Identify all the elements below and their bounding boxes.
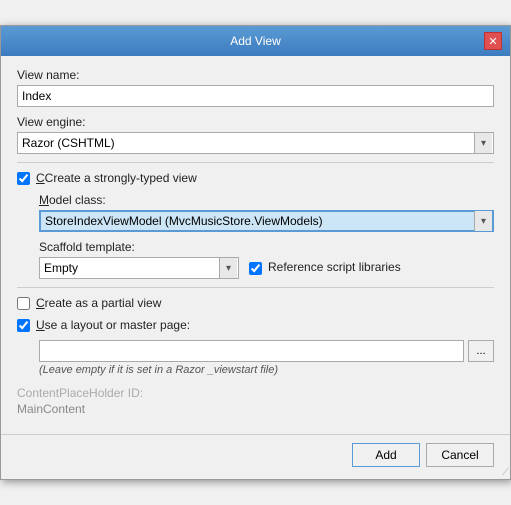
resize-handle[interactable]: ⟋ — [502, 467, 509, 478]
view-name-input[interactable] — [17, 85, 494, 107]
layout-input-row: ... — [39, 340, 494, 362]
ref-script-row: Reference script libraries — [249, 260, 401, 277]
dialog-footer: Add Cancel — [1, 434, 510, 479]
partial-view-label[interactable]: Create as a partial view — [36, 296, 161, 310]
view-engine-label: View engine: — [17, 115, 494, 129]
partial-view-checkbox[interactable] — [17, 297, 30, 310]
scaffold-template-group: Scaffold template: Empty Create Delete D… — [39, 240, 494, 279]
content-placeholder-label: ContentPlaceHolder ID: — [17, 386, 494, 400]
use-layout-label[interactable]: Use a layout or master page: — [36, 318, 190, 332]
scaffold-template-select[interactable]: Empty Create Delete Details Edit List — [39, 257, 239, 279]
model-class-section: Model class: StoreIndexViewModel (MvcMus… — [39, 193, 494, 279]
dialog-title: Add View — [27, 34, 484, 48]
ref-script-label[interactable]: Reference script libraries — [268, 260, 401, 274]
strongly-typed-row: CCreate a strongly-typed view — [17, 171, 494, 185]
view-name-group: View name: — [17, 68, 494, 107]
use-layout-row: Use a layout or master page: — [17, 318, 494, 332]
ref-script-checkbox[interactable] — [249, 262, 262, 275]
partial-view-row: Create as a partial view — [17, 296, 494, 310]
model-class-group: Model class: StoreIndexViewModel (MvcMus… — [39, 193, 494, 232]
view-engine-select-wrapper: Razor (CSHTML) ASPX Razor (VBHTML) ▾ — [17, 132, 494, 154]
content-placeholder-value: MainContent — [17, 402, 494, 416]
view-name-label: View name: — [17, 68, 494, 82]
layout-input-section: ... (Leave empty if it is set in a Razor… — [39, 340, 494, 376]
add-view-dialog: Add View ✕ View name: View engine: Razor… — [0, 25, 511, 480]
content-placeholder-section: ContentPlaceHolder ID: MainContent — [17, 386, 494, 416]
cancel-button[interactable]: Cancel — [426, 443, 494, 467]
dialog-content: View name: View engine: Razor (CSHTML) A… — [1, 56, 510, 426]
close-button[interactable]: ✕ — [484, 32, 502, 50]
strongly-typed-checkbox[interactable] — [17, 172, 30, 185]
add-button[interactable]: Add — [352, 443, 420, 467]
scaffold-row: Empty Create Delete Details Edit List ▾ — [39, 257, 494, 279]
model-class-select-wrapper: StoreIndexViewModel (MvcMusicStore.ViewM… — [39, 210, 494, 232]
layout-path-input[interactable] — [39, 340, 464, 362]
view-engine-group: View engine: Razor (CSHTML) ASPX Razor (… — [17, 115, 494, 154]
model-class-label: Model class: — [39, 193, 494, 207]
use-layout-checkbox[interactable] — [17, 319, 30, 332]
divider-1 — [17, 162, 494, 163]
layout-hint-text: (Leave empty if it is set in a Razor _vi… — [39, 364, 494, 376]
divider-2 — [17, 287, 494, 288]
title-bar: Add View ✕ — [1, 26, 510, 56]
browse-button[interactable]: ... — [468, 340, 494, 362]
scaffold-select-wrapper: Empty Create Delete Details Edit List ▾ — [39, 257, 239, 279]
strongly-typed-label[interactable]: CCreate a strongly-typed view — [36, 171, 197, 185]
view-engine-select[interactable]: Razor (CSHTML) ASPX Razor (VBHTML) — [17, 132, 494, 154]
scaffold-template-label: Scaffold template: — [39, 240, 494, 254]
model-class-select[interactable]: StoreIndexViewModel (MvcMusicStore.ViewM… — [39, 210, 494, 232]
